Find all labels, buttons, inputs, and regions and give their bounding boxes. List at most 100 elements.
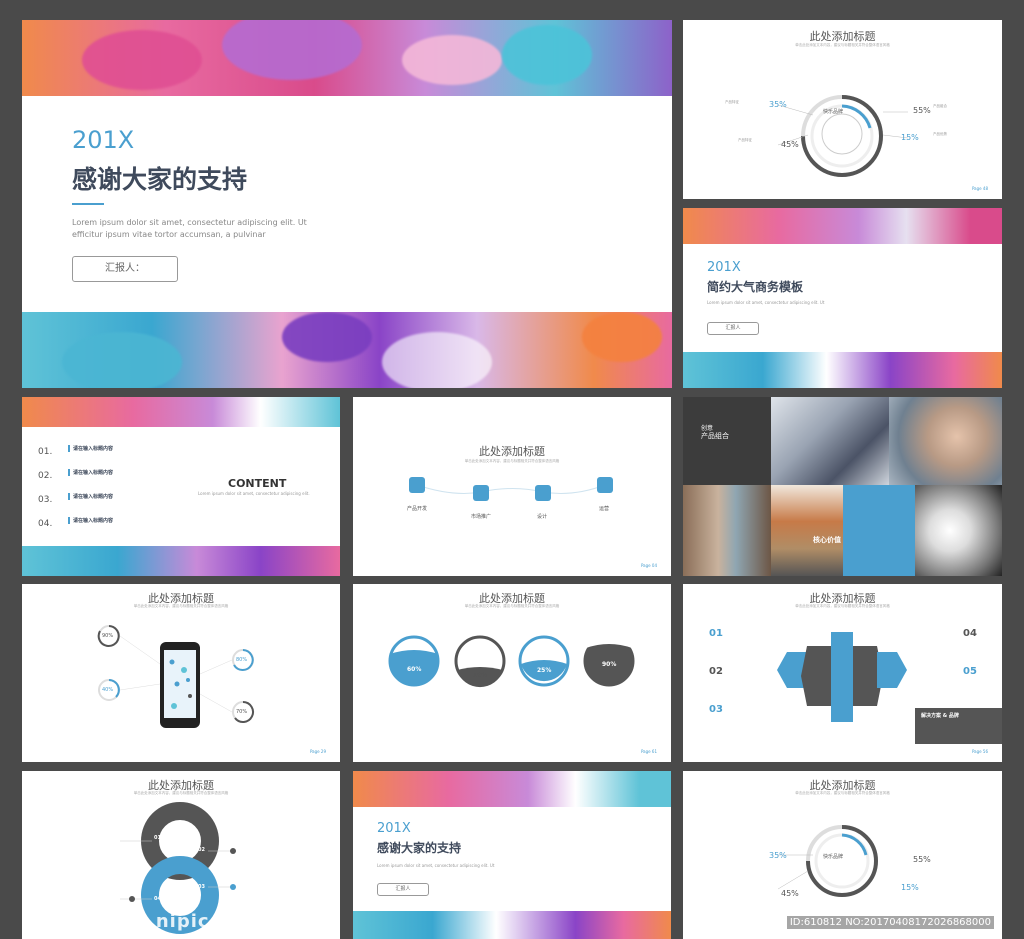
page-number: Page 48 [971, 186, 988, 191]
ring2-center-label: 快乐品牌 [823, 854, 844, 860]
window-photo [683, 485, 771, 576]
water-value-4: 90% [602, 661, 617, 668]
eight-num-03: 03 [198, 884, 205, 890]
toc-item-4[interactable]: 请在输入标题内容 [68, 517, 113, 524]
ring-value-1: 35% [769, 100, 787, 109]
server-room-photo [771, 397, 889, 485]
collage-dark-block [683, 397, 771, 485]
watercolor-top [683, 208, 1002, 244]
slide-cover[interactable]: 201X 感谢大家的支持 Lorem ipsum dolor sit amet,… [22, 20, 672, 388]
ring2-value-4: 15% [901, 883, 919, 892]
watercolor-bottom [22, 546, 340, 576]
core-value-block [843, 485, 915, 576]
closing-year: 201X [377, 821, 411, 836]
arrow-num-02: 02 [709, 666, 723, 677]
water-value-1: 60% [407, 666, 422, 673]
bulb-photo [915, 485, 1002, 576]
toc-num-1: 01. [38, 447, 53, 457]
core-value-label: 核心价值 [813, 536, 841, 544]
process-step-3: 设计 [537, 514, 548, 520]
cover-lorem-1: Lorem ipsum dolor sit amet, consectetur … [72, 218, 307, 227]
slide-closing[interactable]: 201X 感谢大家的支持 Lorem ipsum dolor sit amet,… [353, 771, 671, 939]
cover-accent-line [72, 203, 104, 205]
process-step-4: 运营 [599, 506, 610, 512]
process-step-1: 产品开发 [407, 506, 428, 512]
toc-num-4: 04. [38, 519, 53, 529]
process-step-2: 市场推广 [471, 514, 492, 520]
slide-figure-eight[interactable]: 此处添加标题 单击此处添加文本内容，建议与标题相关并符合整体语言风格 01 02… [22, 771, 340, 939]
ring2-value-2: 55% [913, 855, 931, 864]
ring-label-4: 产品优势 [933, 132, 947, 136]
ring2-value-1: 35% [769, 851, 787, 860]
ring-label-1: 产品特征 [725, 100, 739, 104]
arrow-num-03: 03 [709, 704, 723, 715]
slide-ring-chart-2[interactable]: 此处添加标题 单击此处添加文本内容，建议与标题相关并符合整体语言风格 快乐品牌 … [683, 771, 1002, 939]
box-person-photo [771, 485, 843, 576]
cover-year: 201X [72, 126, 135, 154]
watercolor-bottom [353, 911, 671, 939]
slide-water-circles[interactable]: 此处添加标题 单击此处添加文本内容，建议与标题相关并符合整体语言风格 60% 1… [353, 584, 671, 762]
water-value-3: 25% [537, 667, 552, 674]
template-reporter-button[interactable]: 汇报人 [707, 322, 759, 335]
toc-item-1[interactable]: 请在输入标题内容 [68, 445, 113, 452]
water-value-2: 10% [473, 672, 488, 679]
process-line [416, 484, 606, 494]
slide-phone[interactable]: 此处添加标题 单击此处添加文本内容，建议与标题相关并符合整体语言风格 90% 4… [22, 584, 340, 762]
water-circles [388, 626, 635, 688]
toc-content-sub: Lorem ipsum dolor sit amet, consectetur … [198, 491, 310, 496]
closing-title: 感谢大家的支持 [377, 841, 462, 855]
phone-value-4: 70% [236, 709, 248, 715]
page-number: Page 56 [971, 749, 988, 754]
ring-center-label: 快乐品牌 [823, 109, 844, 115]
phone-value-3: 80% [236, 657, 248, 663]
phone-value-2: 40% [102, 687, 114, 693]
watermark-left: 昵享网 www.nipic.cn [32, 911, 243, 932]
reporter-button[interactable]: 汇报人： [72, 256, 178, 282]
slide-toc[interactable]: 01. 请在输入标题内容 02. 请在输入标题内容 03. 请在输入标题内容 0… [22, 397, 340, 576]
person-photo [889, 397, 1002, 485]
process-icon-1 [409, 477, 425, 493]
ring-value-3: 45% [781, 140, 799, 149]
eight-num-04: 04 [154, 896, 161, 902]
closing-reporter-button[interactable]: 汇报人 [377, 883, 429, 896]
ring-label-2: 产品组合 [933, 104, 947, 108]
watercolor-top [22, 20, 672, 96]
process-icon-3 [535, 485, 551, 501]
toc-item-3[interactable]: 请在输入标题内容 [68, 493, 113, 500]
slide-template-cover[interactable]: 201X 简约大气商务模板 Lorem ipsum dolor sit amet… [683, 208, 1002, 388]
ring2-value-3: 45% [781, 889, 799, 898]
arrow-num-04: 04 [963, 628, 977, 639]
template-title: 简约大气商务模板 [707, 280, 804, 294]
template-year: 201X [707, 260, 741, 275]
process-icon-4 [597, 477, 613, 493]
watercolor-bottom [683, 352, 1002, 388]
watercolor-top [22, 397, 340, 427]
collage-tag-2: 产品组合 [701, 432, 729, 440]
eight-num-01: 01 [154, 835, 161, 841]
watermark-right: ID:610812 NO:20170408172026868000 [786, 916, 994, 929]
cover-lorem-2: efficitur ipsum vitae tortor accumsan, a… [72, 230, 266, 239]
toc-num-3: 03. [38, 495, 53, 505]
toc-num-2: 02. [38, 471, 53, 481]
page-number: Page 29 [309, 749, 326, 754]
closing-lorem: Lorem ipsum dolor sit amet, consectetur … [377, 863, 495, 868]
cover-title: 感谢大家的支持 [72, 165, 248, 194]
ring-label-3: 产品特征 [738, 138, 752, 142]
slide-photo-collage[interactable]: 创意 产品组合 核心价值 [683, 397, 1002, 576]
slide-arrows[interactable]: 此处添加标题 单击此处添加文本内容，建议与标题相关并符合整体语言风格 01 02… [683, 584, 1002, 762]
eight-num-02: 02 [198, 847, 205, 853]
page-number: Page 04 [640, 563, 657, 568]
watercolor-bottom [22, 312, 672, 388]
ring-value-2: 55% [913, 106, 931, 115]
process-icon-2 [473, 485, 489, 501]
phone-value-1: 90% [102, 633, 114, 639]
arrow-num-05: 05 [963, 666, 977, 677]
ring-value-4: 15% [901, 133, 919, 142]
toc-item-2[interactable]: 请在输入标题内容 [68, 469, 113, 476]
page-number: Page 61 [640, 749, 657, 754]
phone-graphic [97, 625, 254, 728]
template-lorem: Lorem ipsum dolor sit amet, consectetur … [707, 300, 825, 305]
slide-ring-chart[interactable]: 此处添加标题 单击此处添加文本内容，建议与标题相关并符合整体语言风格 快乐品牌 … [683, 20, 1002, 199]
slide-process[interactable]: 此处添加标题 单击此处添加文本内容，建议与标题相关并符合整体语言风格 产品开发 … [353, 397, 671, 576]
arrow-num-01: 01 [709, 628, 723, 639]
